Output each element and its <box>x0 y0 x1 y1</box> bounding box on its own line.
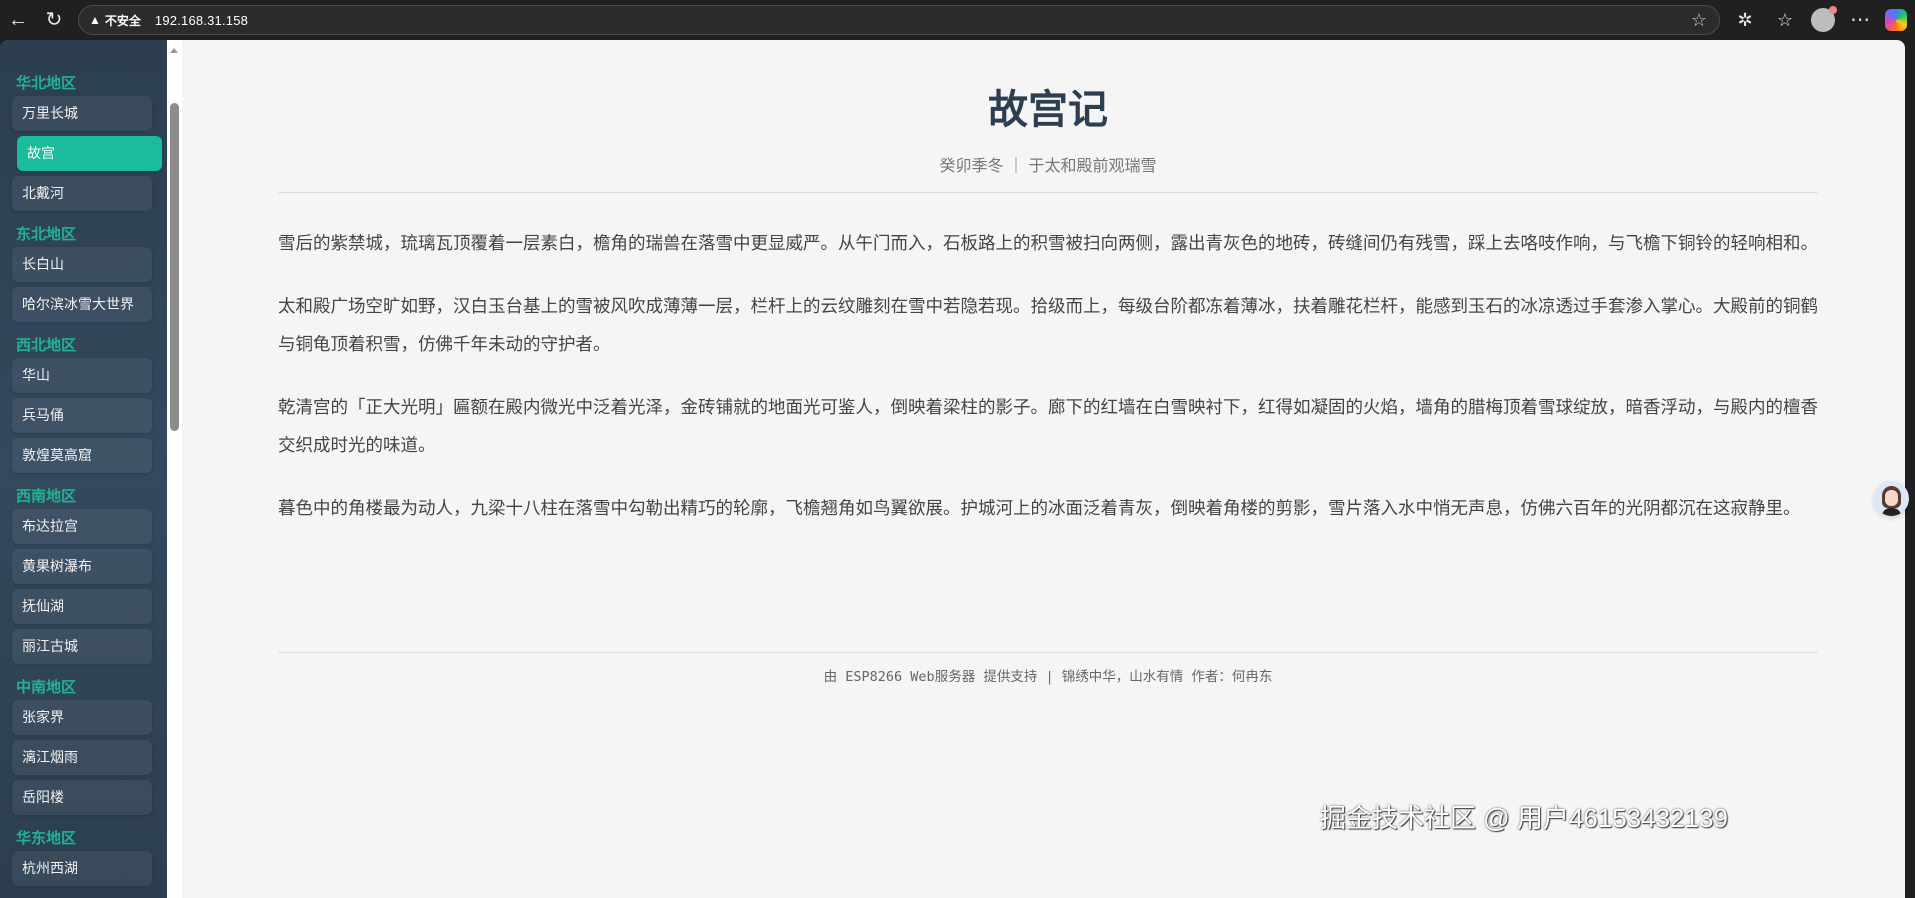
scroll-up-arrow-icon[interactable] <box>170 48 178 53</box>
address-bar[interactable]: ▲ 不安全 192.168.31.158 ☆ <box>78 5 1720 35</box>
security-label[interactable]: 不安全 <box>105 12 141 29</box>
sidebar-group-heading: 东北地区 <box>16 225 77 243</box>
sidebar-group-heading: 西北地区 <box>16 336 77 354</box>
sidebar-item[interactable]: 哈尔滨冰雪大世界 <box>12 287 152 322</box>
favorites-icon[interactable]: ☆ <box>1773 10 1797 30</box>
sidebar-group-heading: 中南地区 <box>16 678 77 696</box>
page-footer: 由 ESP8266 Web服务器 提供支持 | 锦绣中华，山水有情 作者：何冉东 <box>823 669 1273 685</box>
main-content: 故宫记 癸卯季冬 ｜ 于太和殿前观瑞雪 雪后的紫禁城，琉璃瓦顶覆着一层素白，檐角… <box>182 40 1909 898</box>
back-icon[interactable]: ← <box>6 10 30 30</box>
sidebar-item[interactable]: 北戴河 <box>12 176 152 211</box>
browser-toolbar: ← ↻ ▲ 不安全 192.168.31.158 ☆ ✲ ☆ ⋯ <box>0 0 1915 40</box>
sidebar-item[interactable]: 漓江烟雨 <box>12 740 152 775</box>
reload-icon[interactable]: ↻ <box>42 10 66 30</box>
more-menu-icon[interactable]: ⋯ <box>1848 10 1872 30</box>
divider <box>278 652 1818 653</box>
assistant-avatar-icon[interactable] <box>1874 481 1909 516</box>
sidebar-item[interactable]: 华山 <box>12 358 152 393</box>
sidebar-item[interactable]: 长白山 <box>12 247 152 282</box>
page-subtitle: 癸卯季冬 ｜ 于太和殿前观瑞雪 <box>939 158 1157 175</box>
sidebar-item[interactable]: 黄果树瀑布 <box>12 549 152 584</box>
paragraph: 乾清宫的「正大光明」匾额在殿内微光中泛着光泽，金砖铺就的地面光可鉴人，倒映着梁柱… <box>278 398 1818 456</box>
sidebar-item[interactable]: 抚仙湖 <box>12 589 152 624</box>
sidebar-item[interactable]: 岳阳楼 <box>12 780 152 815</box>
sidebar-group-heading: 华东地区 <box>16 829 77 847</box>
sidebar-item[interactable]: 敦煌莫高窟 <box>12 438 152 473</box>
copilot-icon[interactable] <box>1885 9 1907 31</box>
extensions-icon[interactable]: ✲ <box>1733 10 1757 30</box>
watermark: 掘金技术社区 @ 用户46153432139 <box>1320 803 1728 833</box>
sidebar-item[interactable]: 杭州西湖 <box>12 851 152 886</box>
paragraph: 太和殿广场空旷如野，汉白玉台基上的雪被风吹成薄薄一层，栏杆上的云纹雕刻在雪中若隐… <box>278 297 1818 355</box>
warning-icon: ▲ <box>89 13 101 27</box>
sidebar-item[interactable]: 万里长城 <box>12 96 152 131</box>
sidebar-item[interactable]: 丽江古城 <box>12 629 152 664</box>
article-body: 雪后的紫禁城，琉璃瓦顶覆着一层素白，檐角的瑞兽在落雪中更显威严。从午门而入，石板… <box>278 225 1818 553</box>
page-title: 故宫记 <box>988 86 1108 133</box>
favorite-star-icon[interactable]: ☆ <box>1691 10 1707 31</box>
sidebar-group-heading: 华北地区 <box>16 74 77 92</box>
sidebar-item[interactable]: 张家界 <box>12 700 152 735</box>
url-text[interactable]: 192.168.31.158 <box>155 13 248 28</box>
scrollbar-thumb[interactable] <box>170 103 179 431</box>
sidebar-nav: 华北地区万里长城故宫北戴河东北地区长白山哈尔滨冰雪大世界西北地区华山兵马俑敦煌莫… <box>0 40 167 898</box>
paragraph: 暮色中的角楼最为动人，九梁十八柱在落雪中勾勒出精巧的轮廓，飞檐翘角如鸟翼欲展。护… <box>278 499 1801 519</box>
sidebar-item[interactable]: 布达拉宫 <box>12 509 152 544</box>
sidebar-item[interactable]: 兵马俑 <box>12 398 152 433</box>
paragraph: 雪后的紫禁城，琉璃瓦顶覆着一层素白，檐角的瑞兽在落雪中更显威严。从午门而入，石板… <box>278 234 1818 254</box>
sidebar-group-heading: 西南地区 <box>16 487 77 505</box>
divider <box>278 192 1818 193</box>
sidebar-scrollbar[interactable] <box>167 40 182 898</box>
sidebar-item[interactable]: 故宫 <box>17 136 162 171</box>
profile-avatar-icon[interactable] <box>1811 6 1837 32</box>
